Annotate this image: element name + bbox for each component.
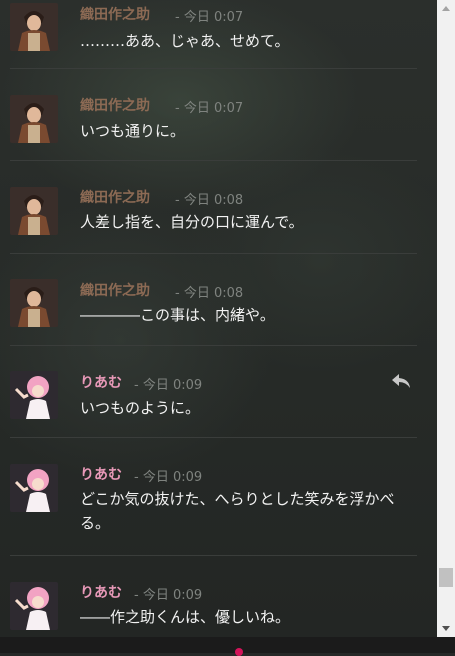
message-text: いつものように。: [80, 399, 201, 417]
avatar[interactable]: [10, 582, 58, 630]
timestamp: - 今日 0:07: [175, 101, 244, 116]
timestamp: - 今日 0:07: [175, 10, 244, 25]
message-divider: [10, 555, 417, 556]
message-text: ――――この事は、内緒や。: [80, 306, 275, 324]
avatar[interactable]: [10, 187, 58, 235]
timestamp: - 今日 0:09: [134, 378, 203, 393]
scrollbar-thumb[interactable]: [439, 568, 453, 587]
message-text: 人差し指を、自分の口に運んで。: [80, 213, 304, 231]
reply-button[interactable]: [390, 372, 412, 390]
scroll-down-button[interactable]: [437, 619, 455, 637]
chevron-down-icon: [442, 626, 450, 631]
timestamp: - 今日 0:08: [175, 193, 244, 208]
author-name[interactable]: りあむ: [80, 372, 122, 392]
message-divider: [10, 68, 417, 69]
scroll-up-button[interactable]: [437, 0, 455, 18]
avatar[interactable]: [10, 3, 58, 51]
message-text: ――作之助くんは、優しいね。: [80, 608, 291, 626]
author-name[interactable]: 織田作之助: [80, 187, 150, 207]
message-divider: [10, 437, 417, 438]
scrollbar[interactable]: [437, 0, 455, 637]
reply-icon: [392, 374, 410, 388]
message-text: ………ああ、じゃあ、せめて。: [80, 32, 290, 50]
author-name[interactable]: りあむ: [80, 582, 122, 602]
timestamp: - 今日 0:09: [134, 588, 203, 603]
author-name[interactable]: 織田作之助: [80, 280, 150, 300]
avatar[interactable]: [10, 279, 58, 327]
message-text: どこか気の抜けた、へらりとした笑みを浮かべる。: [80, 490, 395, 532]
message-divider: [10, 253, 417, 254]
chevron-up-icon: [442, 6, 450, 11]
author-name[interactable]: りあむ: [80, 464, 122, 484]
author-name[interactable]: 織田作之助: [80, 4, 150, 24]
avatar[interactable]: [10, 95, 58, 143]
author-name[interactable]: 織田作之助: [80, 95, 150, 115]
page-indicator-dot[interactable]: [235, 648, 243, 656]
message-divider: [10, 160, 417, 161]
timestamp: - 今日 0:09: [134, 470, 203, 485]
avatar[interactable]: [10, 371, 58, 419]
bottom-bar: [0, 637, 455, 653]
message-text: いつも通りに。: [80, 122, 186, 140]
timestamp: - 今日 0:08: [175, 286, 244, 301]
message-divider: [10, 345, 417, 346]
avatar[interactable]: [10, 464, 58, 512]
